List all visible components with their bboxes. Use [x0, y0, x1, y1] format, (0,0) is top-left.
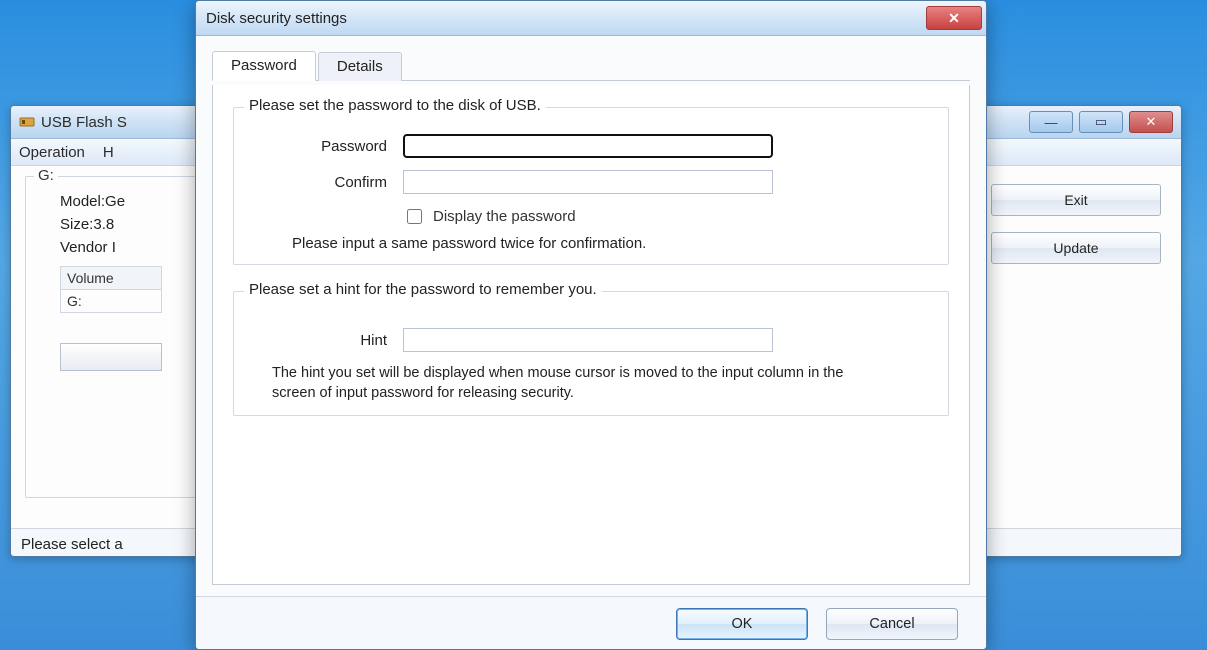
- dialog-disk-security: Disk security settings ✕ Password Detail…: [195, 0, 987, 650]
- confirm-note: Please input a same password twice for c…: [292, 235, 930, 252]
- tab-details[interactable]: Details: [318, 52, 402, 81]
- display-password-checkbox[interactable]: [407, 209, 422, 224]
- tab-password[interactable]: Password: [212, 51, 316, 81]
- hint-input[interactable]: [403, 328, 773, 352]
- menu-operation[interactable]: Operation: [19, 144, 85, 161]
- password-label: Password: [252, 138, 403, 155]
- minimize-button[interactable]: —: [1029, 111, 1073, 133]
- menu-help[interactable]: H: [103, 144, 114, 161]
- volume-table: Volume G:: [60, 266, 162, 313]
- close-icon: ✕: [948, 10, 960, 27]
- hint-section-title: Please set a hint for the password to re…: [244, 281, 602, 298]
- app-title: USB Flash S: [41, 114, 127, 131]
- status-text: Please select a: [21, 536, 123, 553]
- password-input[interactable]: [403, 134, 773, 158]
- drive-group-label: G:: [34, 167, 58, 184]
- password-section: Please set the password to the disk of U…: [233, 107, 949, 265]
- tab-content-password: Please set the password to the disk of U…: [212, 85, 970, 585]
- volume-table-row[interactable]: G:: [61, 290, 161, 312]
- password-section-title: Please set the password to the disk of U…: [244, 97, 546, 114]
- tab-strip: Password Details: [212, 50, 970, 81]
- volume-table-header: Volume: [61, 267, 161, 290]
- ok-button[interactable]: OK: [676, 608, 808, 640]
- update-button[interactable]: Update: [991, 232, 1161, 264]
- maximize-button[interactable]: ▭: [1079, 111, 1123, 133]
- dialog-titlebar[interactable]: Disk security settings ✕: [196, 1, 986, 36]
- hint-note: The hint you set will be displayed when …: [272, 364, 872, 403]
- confirm-input[interactable]: [403, 170, 773, 194]
- app-close-button[interactable]: ✕: [1129, 111, 1173, 133]
- close-icon: ✕: [1146, 114, 1157, 130]
- cancel-button[interactable]: Cancel: [826, 608, 958, 640]
- dialog-title: Disk security settings: [206, 10, 347, 27]
- unknown-button[interactable]: [60, 343, 162, 371]
- minimize-icon: —: [1045, 115, 1058, 130]
- dialog-footer: OK Cancel: [196, 596, 986, 650]
- hint-section: Please set a hint for the password to re…: [233, 291, 949, 416]
- exit-button[interactable]: Exit: [991, 184, 1161, 216]
- confirm-label: Confirm: [252, 174, 403, 191]
- dialog-close-button[interactable]: ✕: [926, 6, 982, 30]
- maximize-icon: ▭: [1095, 114, 1107, 130]
- app-icon: [19, 114, 35, 130]
- hint-label: Hint: [252, 332, 403, 349]
- display-password-label: Display the password: [433, 208, 576, 225]
